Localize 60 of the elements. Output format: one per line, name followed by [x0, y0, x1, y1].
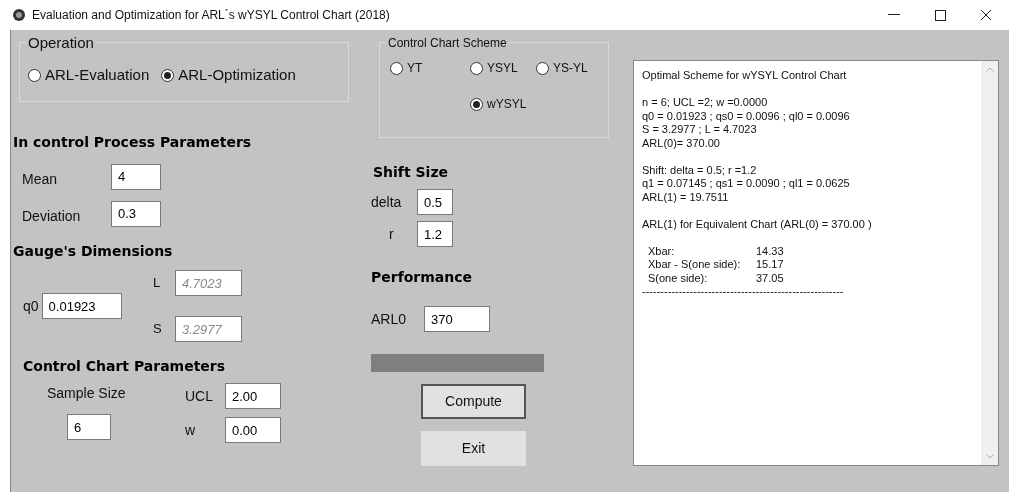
radio-label[interactable]: YSYL [487, 59, 518, 77]
result-label: S(one side): [648, 271, 709, 285]
field-label: Sample Size [47, 384, 126, 403]
output-line: Optimal Scheme for wYSYL Control Chart [642, 69, 848, 83]
radio-label[interactable]: ARL-Optimization [178, 63, 296, 87]
radio-button[interactable] [536, 61, 549, 75]
output-line: q0 = 0.01923 ; qs0 = 0.0096 ; ql0 = 0.0096 [642, 109, 851, 123]
window-title: Evaluation and Optimization for ARL´s wYSYL Control Chart (2018) [32, 7, 390, 24]
input-field[interactable]: 0.3 [111, 200, 161, 227]
field-label: w [184, 420, 197, 440]
input-field[interactable]: 6 [67, 414, 111, 440]
input-field[interactable]: 1.2 [417, 221, 453, 247]
input-field[interactable]: 0.5 [417, 189, 453, 215]
section-heading: Shift Size [373, 163, 450, 182]
section-heading: Gauge's Dimensions [13, 242, 174, 261]
radio-button[interactable] [28, 68, 41, 82]
input-field[interactable]: 2.00 [225, 383, 281, 409]
radio-label[interactable]: YS-YL [553, 59, 588, 77]
field-label: Mean [21, 170, 59, 189]
maximize-icon[interactable] [934, 9, 946, 21]
output-line: ARL(1) = 19.7511 [642, 190, 730, 204]
action-button[interactable]: Compute [421, 384, 526, 419]
radio-button[interactable] [161, 68, 175, 82]
input-field[interactable]: 0.01923 [41, 293, 122, 319]
action-button[interactable]: Exit [421, 431, 526, 466]
output-line: q1 = 0.07145 ; qs1 = 0.0090 ; ql1 = 0.0625 [642, 177, 851, 191]
output-line: ARL(0)= 370.00 [642, 136, 721, 150]
radio-label[interactable]: ARL-Evaluation [45, 63, 150, 87]
radio-button[interactable] [390, 61, 403, 75]
result-value: 37.05 [756, 271, 784, 285]
output-line: S = 3.2977 ; L = 4.7023 [642, 123, 758, 137]
output-line: n = 6; UCL =2; w =0.0000 [642, 96, 769, 110]
output-line: ------------------------------------------------------- [642, 285, 845, 299]
output-line: Shift: delta = 0.5; r =1.2 [642, 163, 758, 177]
field-label: L [153, 274, 161, 293]
input-field[interactable]: 0.00 [225, 417, 281, 443]
radio-label[interactable]: YT [407, 59, 423, 77]
result-value: 15.17 [756, 258, 784, 272]
minimize-icon[interactable] [888, 14, 900, 16]
input-field[interactable]: 370 [424, 306, 490, 332]
field-label: delta [371, 192, 403, 212]
result-label: Xbar: [648, 244, 676, 258]
radio-button[interactable] [470, 61, 483, 75]
radio-button[interactable] [470, 97, 483, 111]
field-label: S [153, 320, 161, 339]
field-label: Deviation [21, 207, 82, 226]
field-label: UCL [184, 386, 214, 406]
close-icon[interactable] [980, 9, 992, 21]
field-label: r [388, 224, 395, 244]
section-heading: Performance [371, 268, 474, 287]
output-line: ARL(1) for Equivalent Chart (ARL(0) = 370.00 ) [642, 217, 873, 231]
app-icon [12, 8, 26, 22]
section-heading: In control Process Parameters [13, 133, 253, 152]
field-label: q0 [23, 296, 39, 316]
result-label: Xbar - S(one side): [648, 258, 742, 272]
input-field[interactable]: 4 [111, 163, 161, 190]
result-value: 14.33 [756, 244, 784, 258]
field-label: ARL0 [371, 309, 408, 329]
radio-label[interactable]: wYSYL [487, 95, 527, 113]
section-heading: Control Chart Parameters [23, 357, 227, 376]
